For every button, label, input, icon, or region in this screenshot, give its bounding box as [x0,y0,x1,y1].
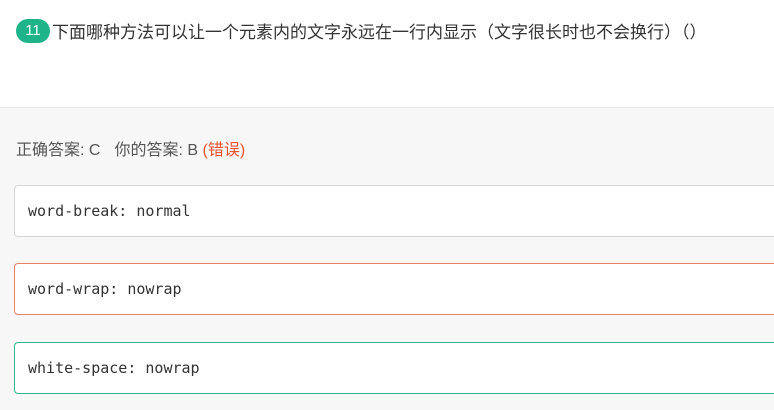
option-b[interactable]: word-wrap: nowrap [14,263,774,315]
question-number-badge: 11 [16,18,50,43]
user-answer-label: 你的答案: B [114,142,199,159]
question-text: 下面哪种方法可以让一个元素内的文字永远在一行内显示（文字很长时也不会换行）（） [52,23,707,42]
option-a[interactable]: word-break: normal [14,185,774,237]
question-area: 11 下面哪种方法可以让一个元素内的文字永远在一行内显示（文字很长时也不会换行）… [0,0,774,108]
option-c[interactable]: white-space: nowrap [14,342,774,394]
correct-answer-label: 正确答案: C [16,142,101,159]
wrong-tag: (错误) [202,142,246,159]
option-b-text: word-wrap: nowrap [28,280,182,298]
option-a-text: word-break: normal [28,202,191,220]
option-c-text: white-space: nowrap [28,359,200,377]
question-header: 11 下面哪种方法可以让一个元素内的文字永远在一行内显示（文字很长时也不会换行）… [16,18,707,43]
answer-area: 正确答案: C 你的答案: B (错误) word-break: normal w… [0,108,774,410]
answer-summary: 正确答案: C 你的答案: B (错误) [16,136,245,160]
